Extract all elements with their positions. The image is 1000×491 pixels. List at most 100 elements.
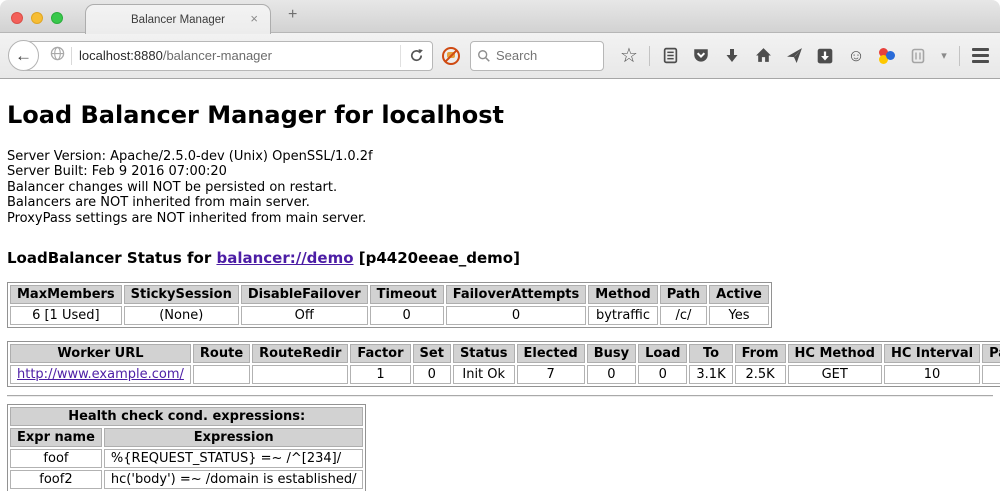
cell-expression: %{REQUEST_STATUS} =~ /^[234]/ — [104, 449, 364, 468]
balancer-settings-table: MaxMembers StickySession DisableFailover… — [7, 282, 772, 328]
page-title: Load Balancer Manager for localhost — [7, 79, 993, 129]
heading-suffix: [p4420eeae_demo] — [354, 249, 520, 267]
col-set: Set — [413, 344, 451, 363]
downloads-icon[interactable] — [721, 45, 743, 67]
home-icon[interactable] — [752, 45, 774, 67]
worker-table: Worker URL Route RouteRedir Factor Set S… — [7, 341, 1000, 387]
cell-status: Init Ok — [453, 365, 515, 384]
cell-elected: 7 — [517, 365, 585, 384]
col-failoverattempts: FailoverAttempts — [446, 285, 587, 304]
health-check-table: Health check cond. expressions: Expr nam… — [7, 404, 366, 491]
balancer-demo-link[interactable]: balancer://demo — [216, 249, 353, 267]
cell-routeredir — [252, 365, 348, 384]
url-text: localhost:8880/balancer-manager — [79, 48, 400, 63]
col-elected: Elected — [517, 344, 585, 363]
addon-download-icon[interactable] — [814, 45, 836, 67]
container-icon[interactable] — [907, 45, 929, 67]
section-divider — [7, 395, 993, 397]
pocket-icon[interactable] — [690, 45, 712, 67]
cell-to: 3.1K — [689, 365, 732, 384]
col-stickysession: StickySession — [124, 285, 239, 304]
health-table-title: Health check cond. expressions: — [10, 407, 363, 426]
flashblock-icon[interactable] — [442, 47, 460, 65]
tab-title: Balancer Manager — [131, 14, 225, 26]
inherit-note-line: Balancers are NOT inherited from main se… — [7, 195, 993, 210]
toolbar-separator — [649, 46, 650, 66]
close-window-button[interactable] — [11, 12, 23, 24]
search-input[interactable] — [496, 48, 586, 63]
tab-balancer-manager[interactable]: Balancer Manager × — [85, 4, 271, 34]
col-status: Status — [453, 344, 515, 363]
cell-worker-url: http://www.example.com/ — [10, 365, 191, 384]
toolbar-icons: ☆ ☺ — [618, 45, 1000, 67]
cell-from: 2.5K — [735, 365, 786, 384]
col-load: Load — [638, 344, 687, 363]
col-disablefailover: DisableFailover — [241, 285, 368, 304]
reading-list-icon[interactable] — [659, 45, 681, 67]
cell-load: 0 — [638, 365, 687, 384]
server-version-line: Server Version: Apache/2.5.0-dev (Unix) … — [7, 149, 993, 164]
back-arrow-icon: ← — [15, 47, 32, 64]
globe-icon — [50, 46, 65, 66]
cell-method: bytraffic — [588, 306, 657, 325]
reload-button[interactable] — [400, 45, 432, 67]
col-expr-name: Expr name — [10, 428, 102, 447]
col-timeout: Timeout — [370, 285, 444, 304]
cell-hc-method: GET — [788, 365, 882, 384]
minimize-window-button[interactable] — [31, 12, 43, 24]
col-worker-url: Worker URL — [10, 344, 191, 363]
cell-hc-interval: 10 — [884, 365, 980, 384]
cell-passes: 1 (0) — [982, 365, 1000, 384]
search-icon — [477, 49, 491, 63]
window-controls — [11, 12, 63, 24]
table-row: foof2 hc('body') =~ /domain is establish… — [10, 470, 363, 489]
col-method: Method — [588, 285, 657, 304]
cell-expr-name: foof2 — [10, 470, 102, 489]
cell-set: 0 — [413, 365, 451, 384]
col-route: Route — [193, 344, 250, 363]
table-header-row: Worker URL Route RouteRedir Factor Set S… — [10, 344, 1000, 363]
colors-addon-icon[interactable] — [876, 45, 898, 67]
reload-icon — [409, 48, 424, 63]
col-maxmembers: MaxMembers — [10, 285, 122, 304]
table-row: http://www.example.com/ 1 0 Init Ok 7 0 … — [10, 365, 1000, 384]
worker-url-link[interactable]: http://www.example.com/ — [17, 367, 184, 382]
browser-window: Balancer Manager × + ← localhost:8880/ba… — [0, 0, 1000, 491]
table-row: foof %{REQUEST_STATUS} =~ /^[234]/ — [10, 449, 363, 468]
titlebar: Balancer Manager × + — [0, 0, 1000, 33]
zoom-window-button[interactable] — [51, 12, 63, 24]
url-domain: localhost:8880 — [79, 48, 163, 63]
col-routeredir: RouteRedir — [252, 344, 348, 363]
cell-stickysession: (None) — [124, 306, 239, 325]
back-button[interactable]: ← — [8, 40, 39, 71]
table-header-row: Expr name Expression — [10, 428, 363, 447]
cell-expression: hc('body') =~ /domain is established/ — [104, 470, 364, 489]
cell-maxmembers: 6 [1 Used] — [10, 306, 122, 325]
cell-path: /c/ — [660, 306, 707, 325]
tab-close-icon[interactable]: × — [250, 11, 258, 26]
col-expression: Expression — [104, 428, 364, 447]
col-to: To — [689, 344, 732, 363]
url-separator — [71, 47, 72, 65]
toolbar-separator — [959, 46, 960, 66]
send-tab-icon[interactable] — [783, 45, 805, 67]
new-tab-button[interactable]: + — [282, 6, 303, 24]
url-bar[interactable]: localhost:8880/balancer-manager — [23, 41, 433, 71]
col-passes: Passes — [982, 344, 1000, 363]
col-busy: Busy — [587, 344, 636, 363]
cell-timeout: 0 — [370, 306, 444, 325]
cell-busy: 0 — [587, 365, 636, 384]
table-title-row: Health check cond. expressions: — [10, 407, 363, 426]
server-built-line: Server Built: Feb 9 2016 07:00:20 — [7, 164, 993, 179]
persist-note-line: Balancer changes will NOT be persisted o… — [7, 180, 993, 195]
search-bar[interactable] — [470, 41, 604, 71]
smiley-addon-icon[interactable]: ☺ — [845, 45, 867, 67]
menu-icon[interactable] — [969, 45, 991, 67]
overflow-caret-icon[interactable]: ▾ — [938, 45, 950, 67]
cell-failoverattempts: 0 — [446, 306, 587, 325]
loadbalancer-status-heading: LoadBalancer Status for balancer://demo … — [7, 249, 993, 267]
table-header-row: MaxMembers StickySession DisableFailover… — [10, 285, 769, 304]
url-path: /balancer-manager — [163, 48, 272, 63]
col-hc-interval: HC Interval — [884, 344, 980, 363]
bookmark-star-icon[interactable]: ☆ — [618, 45, 640, 67]
